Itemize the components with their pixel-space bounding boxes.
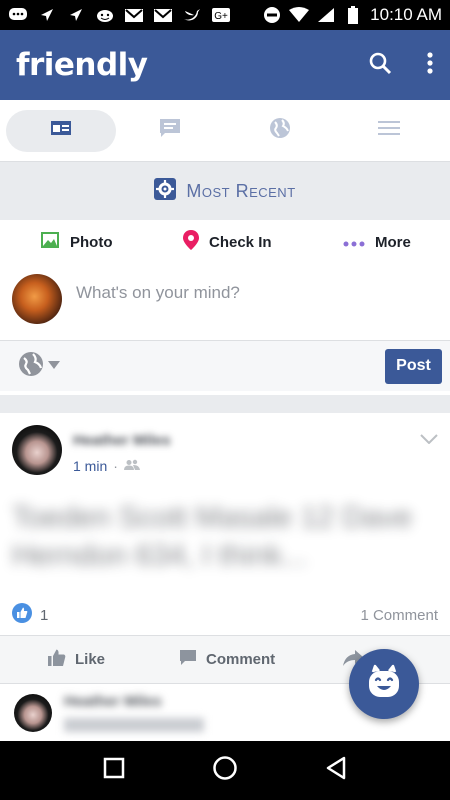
composer: Photo Check In More What's on your mind?	[0, 220, 450, 395]
chat-icon	[8, 7, 28, 23]
post-button[interactable]: Post	[385, 348, 442, 384]
audience-selector[interactable]	[18, 351, 60, 382]
globe-icon	[269, 117, 291, 144]
navigation-icon	[66, 7, 86, 23]
post-text: Toeden Scott Masale 12 Dave Herndon 634,…	[12, 501, 413, 572]
search-icon[interactable]	[368, 51, 392, 80]
location-pin-icon	[183, 230, 199, 254]
tab-bar	[0, 100, 450, 162]
like-count[interactable]: 1	[40, 607, 48, 624]
check-in-label: Check In	[209, 233, 272, 251]
post-author[interactable]: Heather Miles	[64, 693, 204, 710]
more-label: More	[375, 233, 411, 251]
tab-messages[interactable]	[116, 110, 226, 152]
check-in-button[interactable]: Check In	[183, 230, 343, 254]
system-navigation-bar	[0, 741, 450, 800]
globe-icon	[18, 351, 44, 382]
friendly-bot-fab[interactable]	[349, 649, 419, 719]
clock: 10:10 AM	[370, 5, 442, 24]
comment-label: Comment	[206, 651, 276, 668]
most-recent-label: Most Recent	[186, 180, 296, 201]
post-author[interactable]: Heather Miles	[73, 432, 171, 449]
messages-icon	[159, 118, 181, 143]
tab-menu[interactable]	[335, 110, 445, 152]
thumbs-up-icon	[48, 649, 66, 670]
more-button[interactable]: More	[343, 234, 411, 251]
smiley-bot-icon	[364, 662, 404, 707]
home-icon[interactable]	[212, 755, 238, 786]
like-label: Like	[75, 651, 106, 668]
twitter-icon	[182, 7, 202, 23]
overflow-menu-icon[interactable]	[426, 51, 434, 80]
avatar[interactable]	[12, 425, 62, 475]
recent-apps-icon[interactable]	[103, 757, 125, 784]
photo-label: Photo	[70, 233, 113, 251]
status-input[interactable]: What's on your mind?	[76, 283, 240, 328]
more-dots-icon	[343, 234, 365, 251]
gmail-icon	[153, 7, 173, 23]
battery-icon	[343, 6, 363, 24]
meta-separator: ·	[113, 458, 118, 474]
comment-icon	[179, 649, 197, 670]
avatar[interactable]	[14, 693, 52, 732]
notification-icons: G+	[8, 7, 231, 23]
post-time[interactable]: 1 min	[73, 458, 107, 474]
like-button[interactable]: Like	[48, 649, 179, 670]
navigation-icon	[37, 7, 57, 23]
app-logo: friendly	[16, 47, 148, 83]
feed-filter-most-recent[interactable]: Most Recent	[0, 162, 450, 220]
do-not-disturb-icon	[262, 7, 282, 23]
comment-button[interactable]: Comment	[179, 649, 275, 670]
post-text-placeholder	[64, 718, 204, 732]
photo-button[interactable]: Photo	[40, 231, 183, 253]
tab-globe[interactable]	[225, 110, 335, 152]
avatar	[12, 274, 62, 324]
chevron-down-icon	[48, 357, 60, 375]
feed-post: Heather Miles 1 min · Toeden Scott Masal…	[0, 413, 450, 683]
like-reaction-icon	[12, 602, 32, 628]
friends-icon	[123, 458, 140, 474]
photo-icon	[40, 231, 60, 253]
comment-count[interactable]: 1 Comment	[360, 607, 438, 624]
app-bar: friendly	[0, 30, 450, 100]
back-icon[interactable]	[325, 756, 347, 785]
gmail-icon	[124, 7, 144, 23]
wifi-icon	[289, 7, 310, 23]
status-bar: G+ 10:10 AM	[0, 0, 450, 30]
tab-news-feed[interactable]	[6, 109, 116, 152]
signal-icon	[316, 7, 336, 23]
chevron-down-icon[interactable]	[420, 431, 438, 475]
android-face-icon	[95, 7, 115, 23]
svg-text:G+: G+	[214, 11, 228, 22]
settings-gear-icon	[154, 177, 177, 205]
google-plus-icon: G+	[211, 7, 231, 23]
news-feed-icon	[50, 120, 72, 141]
menu-icon	[378, 120, 401, 141]
